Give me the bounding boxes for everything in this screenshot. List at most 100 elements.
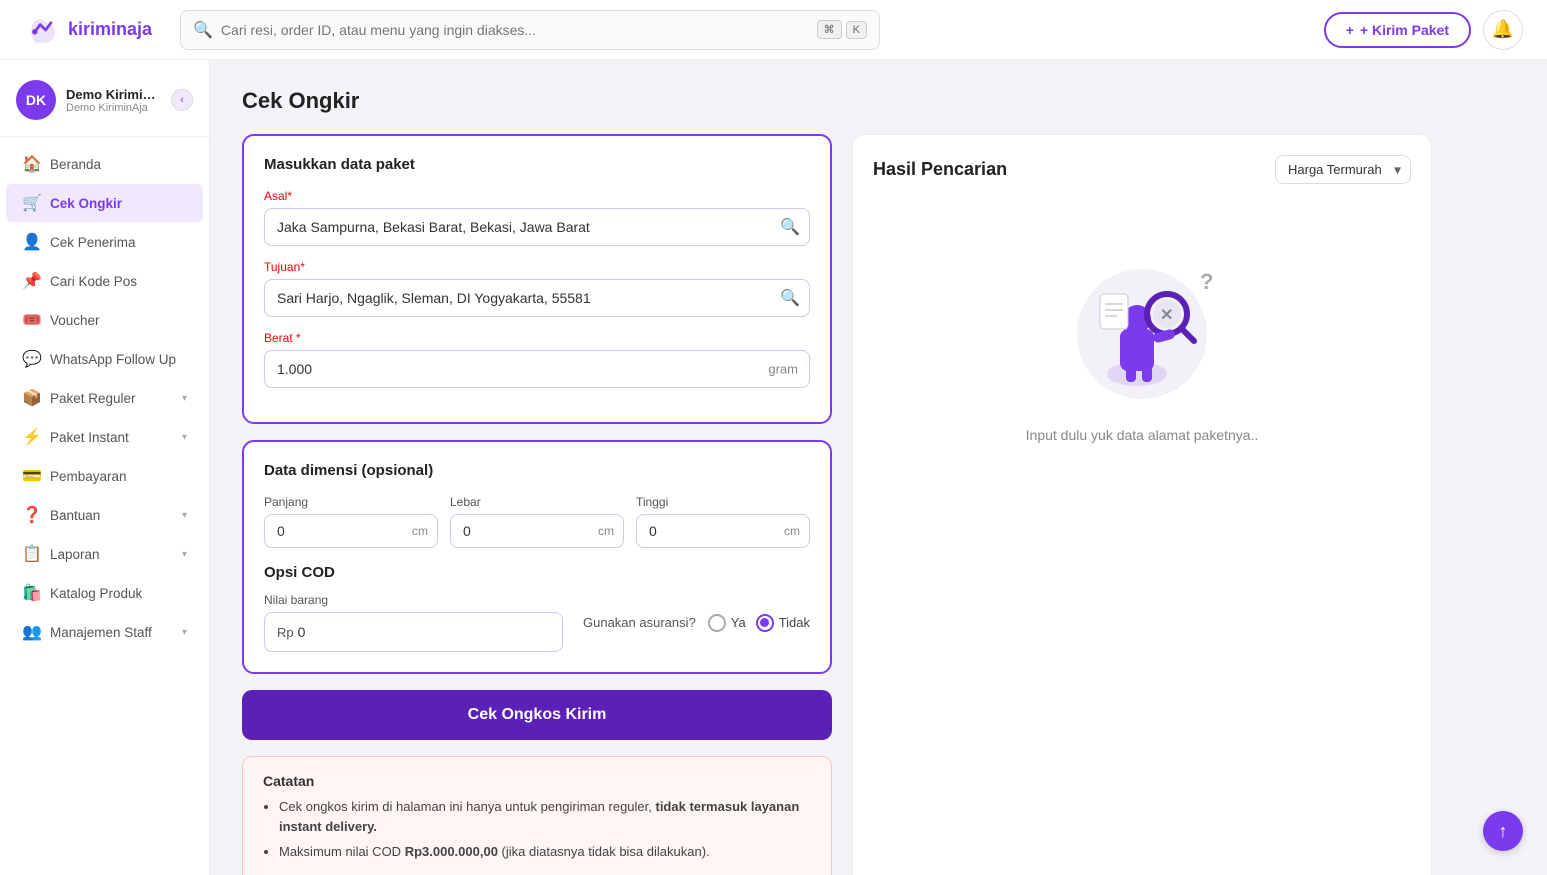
app-root: kiriminaja 🔍 ⌘ K + + Kirim Paket 🔔 DK — [0, 0, 1547, 875]
topbar-actions: + + Kirim Paket 🔔 — [1324, 10, 1523, 50]
sidebar-item-katalog-produk[interactable]: 🛍️ Katalog Produk — [6, 574, 203, 612]
opsi-cod-title: Opsi COD — [264, 564, 810, 581]
home-icon: 🏠 — [22, 154, 40, 174]
kbd-k: K — [846, 21, 867, 39]
sidebar-item-label: Cek Penerima — [50, 235, 187, 250]
asuransi-label: Gunakan asuransi? — [583, 615, 696, 630]
sidebar-item-label: Voucher — [50, 313, 187, 328]
asal-input-wrap: 🔍 — [264, 208, 810, 246]
sidebar-item-label: Manajemen Staff — [50, 625, 172, 640]
rp-prefix: Rp — [277, 625, 294, 640]
sidebar-item-pembayaran[interactable]: 💳 Pembayaran — [6, 457, 203, 495]
sidebar-item-cek-ongkir[interactable]: 🛒 Cek Ongkir — [6, 184, 203, 222]
asal-label: Asal* — [264, 189, 810, 203]
right-panel: Hasil Pencarian Harga Termurah Harga Ter… — [852, 134, 1432, 875]
catatan-bold-1: tidak termasuk layanan instant delivery. — [279, 799, 799, 834]
katalog-icon: 🛍️ — [22, 583, 40, 603]
staff-icon: 👥 — [22, 622, 40, 642]
result-empty-text: Input dulu yuk data alamat paketnya.. — [1026, 427, 1259, 443]
sidebar-item-label: Pembayaran — [50, 469, 187, 484]
sidebar-item-paket-instant[interactable]: ⚡ Paket Instant ▾ — [6, 418, 203, 456]
sidebar-item-label: WhatsApp Follow Up — [50, 352, 187, 367]
sort-select[interactable]: Harga Termurah Harga Termahal Tercepat — [1275, 155, 1411, 184]
search-asal-icon: 🔍 — [780, 217, 800, 237]
gram-unit-label: gram — [768, 362, 798, 377]
tinggi-unit: cm — [784, 524, 800, 538]
search-bar: 🔍 ⌘ K — [180, 10, 880, 50]
avatar: DK — [16, 80, 56, 120]
sidebar-collapse-button[interactable]: ‹ — [171, 89, 193, 111]
cek-ongkir-icon: 🛒 — [22, 193, 40, 213]
cek-ongkos-button[interactable]: Cek Ongkos Kirim — [242, 690, 832, 740]
logo[interactable]: kiriminaja — [24, 12, 164, 48]
nilai-barang-input-wrap: Rp — [264, 612, 563, 652]
catatan-title: Catatan — [263, 773, 811, 789]
logo-icon — [24, 12, 60, 48]
radio-tidak-circle — [756, 614, 774, 632]
catatan-bold-2: Rp3.000.000,00 — [405, 844, 498, 859]
catatan-list: Cek ongkos kirim di halaman ini hanya un… — [263, 797, 811, 862]
berat-input-wrap: gram — [264, 350, 810, 388]
sidebar-item-cari-kode-pos[interactable]: 📌 Cari Kode Pos — [6, 262, 203, 300]
result-empty-state: ✕ ? — [873, 204, 1411, 483]
bantuan-icon: ❓ — [22, 505, 40, 525]
result-illustration: ✕ ? — [1052, 244, 1232, 407]
voucher-icon: 🎟️ — [22, 310, 40, 330]
sort-wrap: Harga Termurah Harga Termahal Tercepat — [1275, 155, 1411, 184]
cek-button-label: Cek Ongkos Kirim — [468, 706, 607, 723]
user-name: Demo Kiriminaja — [66, 87, 161, 102]
tinggi-input-wrap: cm — [636, 514, 810, 548]
result-header: Hasil Pencarian Harga Termurah Harga Ter… — [873, 155, 1411, 184]
sidebar-item-cek-penerima[interactable]: 👤 Cek Penerima — [6, 223, 203, 261]
radio-tidak[interactable]: Tidak — [756, 614, 810, 632]
sidebar-item-laporan[interactable]: 📋 Laporan ▾ — [6, 535, 203, 573]
chevron-down-icon: ▾ — [182, 627, 187, 638]
tujuan-label: Tujuan* — [264, 260, 810, 274]
chevron-down-icon: ▾ — [182, 393, 187, 404]
sidebar-item-label: Beranda — [50, 157, 187, 172]
tujuan-input-wrap: 🔍 — [264, 279, 810, 317]
kbd-cmd: ⌘ — [817, 20, 842, 39]
bell-icon: 🔔 — [1492, 19, 1514, 40]
sidebar: DK Demo Kiriminaja Demo KiriminAja ‹ 🏠 B… — [0, 60, 210, 875]
svg-text:?: ? — [1200, 269, 1213, 294]
berat-input[interactable] — [264, 350, 810, 388]
sidebar-item-bantuan[interactable]: ❓ Bantuan ▾ — [6, 496, 203, 534]
sidebar-item-label: Paket Instant — [50, 430, 172, 445]
dimension-row: Panjang cm Lebar cm — [264, 495, 810, 548]
sidebar-item-label: Cek Ongkir — [50, 196, 187, 211]
sidebar-item-label: Laporan — [50, 547, 172, 562]
result-card: Hasil Pencarian Harga Termurah Harga Ter… — [852, 134, 1432, 875]
scroll-up-button[interactable]: ↑ — [1483, 811, 1523, 851]
sidebar-item-paket-reguler[interactable]: 📦 Paket Reguler ▾ — [6, 379, 203, 417]
nilai-barang-group: Nilai barang Rp — [264, 593, 563, 652]
catatan-item-1: Cek ongkos kirim di halaman ini hanya un… — [279, 797, 811, 836]
panjang-input-wrap: cm — [264, 514, 438, 548]
radio-ya-label: Ya — [731, 615, 746, 630]
search-input[interactable] — [221, 22, 809, 38]
sidebar-item-whatsapp-follow-up[interactable]: 💬 WhatsApp Follow Up — [6, 340, 203, 378]
radio-tidak-label: Tidak — [779, 615, 810, 630]
tujuan-input[interactable] — [264, 279, 810, 317]
kirim-paket-label: + Kirim Paket — [1360, 22, 1449, 38]
sidebar-item-label: Paket Reguler — [50, 391, 172, 406]
notification-button[interactable]: 🔔 — [1483, 10, 1523, 50]
nilai-barang-input[interactable] — [298, 624, 550, 640]
chevron-down-icon: ▾ — [182, 549, 187, 560]
asal-input[interactable] — [264, 208, 810, 246]
content-area: Masukkan data paket Asal* 🔍 — [242, 134, 1515, 875]
sidebar-item-beranda[interactable]: 🏠 Beranda — [6, 145, 203, 183]
tujuan-group: Tujuan* 🔍 — [264, 260, 810, 317]
lebar-unit: cm — [598, 524, 614, 538]
result-title: Hasil Pencarian — [873, 159, 1007, 180]
cek-penerima-icon: 👤 — [22, 232, 40, 252]
svg-text:✕: ✕ — [1160, 307, 1173, 324]
sidebar-item-voucher[interactable]: 🎟️ Voucher — [6, 301, 203, 339]
package-card-title: Masukkan data paket — [264, 156, 810, 173]
sidebar-item-manajemen-staff[interactable]: 👥 Manajemen Staff ▾ — [6, 613, 203, 651]
kirim-paket-button[interactable]: + + Kirim Paket — [1324, 12, 1471, 48]
plus-icon: + — [1346, 22, 1354, 38]
sidebar-item-label: Bantuan — [50, 508, 172, 523]
radio-ya[interactable]: Ya — [708, 614, 746, 632]
empty-illustration: ✕ ? — [1052, 244, 1232, 404]
